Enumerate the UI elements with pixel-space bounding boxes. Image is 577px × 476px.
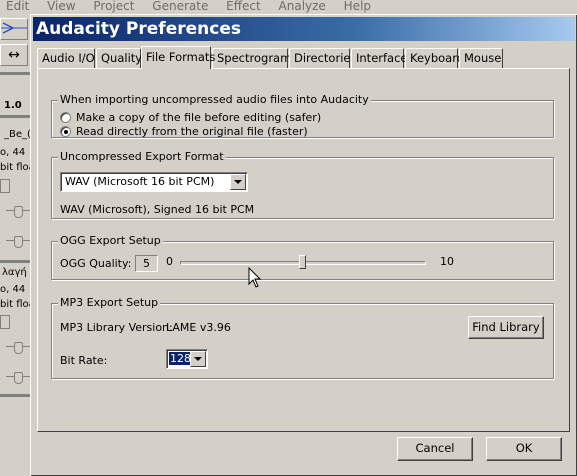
export-format-description: WAV (Microsoft), Signed 16 bit PCM [60,203,255,216]
export-format-group: Uncompressed Export Format WAV (Microsof… [51,150,554,219]
export-format-select[interactable]: WAV (Microsoft 16 bit PCM) [60,172,248,192]
mp3-export-group: MP3 Export Setup MP3 Library Version: LA… [51,296,554,379]
bitrate-value: 128 [169,352,192,365]
ogg-export-group: OGG Export Setup OGG Quality: 5 0 10 [51,234,554,280]
track1-name[interactable]: _Be_( [4,129,32,141]
import-options-group: When importing uncompressed audio files … [51,93,554,138]
zoom-readout: 1.0 [4,100,22,111]
menu-analyze[interactable]: Analyze [279,0,326,12]
cancel-button[interactable]: Cancel [397,437,473,461]
track1-pan-slider[interactable] [6,236,30,248]
tab-spectrograms[interactable]: Spectrograms [212,48,297,68]
background-menubar: Edit View Project Generate Effect Analyz… [0,0,577,14]
preferences-dialog: Audacity Preferences Audio I/O Quality F… [30,14,577,476]
ogg-slider-min-label: 0 [166,255,173,268]
export-group-legend: Uncompressed Export Format [58,150,226,164]
chevron-down-icon[interactable] [190,351,206,367]
tab-audio-io[interactable]: Audio I/O [37,48,95,68]
tab-file-formats[interactable]: File Formats [141,46,215,69]
track2-mute-button[interactable] [0,315,10,329]
menu-effect[interactable]: Effect [226,0,261,12]
tab-interface[interactable]: Interface [351,48,408,68]
radio-copy-indicator[interactable] [60,111,71,123]
background-track-panel: ↔ 1.0 _Be_( o, 44 bit floa λαγή o, 44 bi… [0,14,32,476]
time-shift-tool-icon[interactable]: ↔ [0,44,28,66]
bitrate-select[interactable]: 128 [166,349,208,369]
track1-info-format: bit floa [0,162,32,173]
mp3-library-version: LAME v3.96 [166,321,231,334]
ogg-quality-label: OGG Quality: [60,257,132,270]
track2-gain-slider[interactable] [6,342,30,354]
menu-edit[interactable]: Edit [6,0,29,12]
radio-direct-indicator[interactable] [60,125,71,137]
mouse-cursor-icon [248,267,262,288]
ogg-slider-max-label: 10 [440,255,454,268]
chevron-down-icon[interactable] [230,174,246,190]
tab-directories[interactable]: Directories [289,48,356,68]
menu-generate[interactable]: Generate [152,0,208,12]
ogg-quality-slider-thumb[interactable] [299,255,306,269]
radio-copy-file[interactable]: Make a copy of the file before editing (… [60,111,321,124]
track1-gain-slider[interactable] [6,206,30,218]
radio-copy-label[interactable]: Make a copy of the file before editing (… [76,111,321,124]
envelope-tool-icon[interactable] [0,18,28,40]
ogg-quality-value: 5 [135,255,158,272]
menu-project[interactable]: Project [93,0,134,12]
radio-direct-label[interactable]: Read directly from the original file (fa… [76,125,308,138]
menu-help[interactable]: Help [344,0,371,12]
track1-info-rate: o, 44 [0,147,26,158]
track-divider [0,115,32,118]
track1-mute-button[interactable] [0,179,10,193]
file-formats-panel: When importing uncompressed audio files … [37,68,570,432]
mp3-library-label: MP3 Library Version: [60,321,173,334]
track2-info-format: bit floa [0,299,32,310]
dialog-title[interactable]: Audacity Preferences [33,17,575,41]
radio-read-direct[interactable]: Read directly from the original file (fa… [60,125,308,138]
tab-keyboard[interactable]: Keyboard [405,48,464,68]
ogg-group-legend: OGG Export Setup [58,234,163,248]
export-format-value: WAV (Microsoft 16 bit PCM) [65,175,215,188]
ok-button[interactable]: OK [486,437,562,461]
tab-mouse[interactable]: Mouse [459,48,503,68]
find-library-button[interactable]: Find Library [468,316,544,339]
track2-info-rate: o, 44 [0,284,26,295]
track2-pan-slider[interactable] [6,372,30,384]
bitrate-label: Bit Rate: [60,354,108,367]
import-group-legend: When importing uncompressed audio files … [58,93,371,107]
toolbar-divider [0,72,32,75]
mp3-group-legend: MP3 Export Setup [58,296,161,310]
track-divider [0,260,32,263]
track2-name[interactable]: λαγή [2,267,32,279]
menu-view[interactable]: View [47,0,75,12]
track-divider [0,394,32,397]
tab-quality[interactable]: Quality [96,48,142,68]
